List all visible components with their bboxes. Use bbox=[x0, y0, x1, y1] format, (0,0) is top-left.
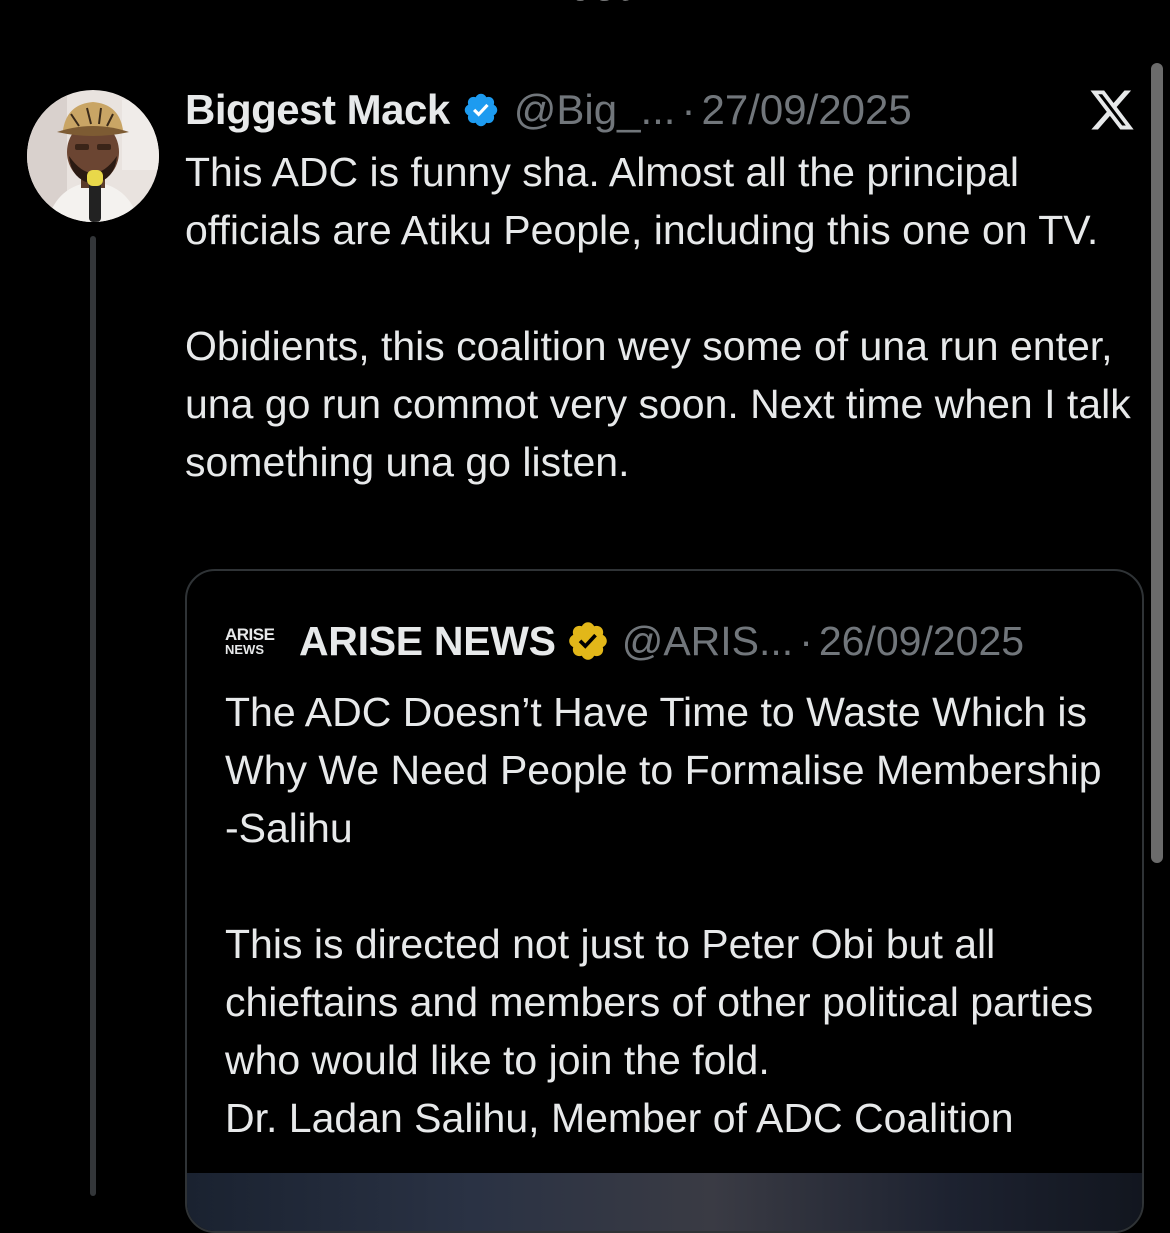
quote-paragraph: The ADC Doesn’t Have Time to Waste Which… bbox=[225, 689, 1102, 851]
logo-text: NEWS bbox=[225, 642, 264, 657]
quoted-author-name[interactable]: ARISE NEWS bbox=[299, 618, 556, 665]
post-date[interactable]: 27/09/2025 bbox=[701, 86, 911, 134]
arise-news-logo: ARISE NEWS bbox=[225, 625, 283, 657]
avatar[interactable] bbox=[27, 90, 159, 222]
avatar-image bbox=[27, 90, 159, 222]
tweet-text: This ADC is funny sha. Almost all the pr… bbox=[185, 143, 1135, 491]
quoted-post[interactable]: ARISE NEWS ARISE NEWS @ARIS... · 26/09/2… bbox=[185, 569, 1144, 1233]
quote-paragraph: This is directed not just to Peter Obi b… bbox=[225, 921, 1094, 1083]
tweet-paragraph: Obidients, this coalition wey some of un… bbox=[185, 323, 1131, 485]
x-logo-icon bbox=[1090, 90, 1134, 130]
verified-badge-gold-icon bbox=[568, 622, 607, 660]
tweet-paragraph: This ADC is funny sha. Almost all the pr… bbox=[185, 149, 1099, 253]
top-header: Post bbox=[0, 0, 1170, 10]
separator-dot: · bbox=[681, 86, 696, 133]
quoted-post-date[interactable]: 26/09/2025 bbox=[819, 618, 1024, 665]
verified-badge-blue-icon bbox=[464, 93, 497, 127]
logo-text: ARISE bbox=[225, 625, 275, 644]
scrollbar[interactable] bbox=[1151, 63, 1163, 863]
author-handle[interactable]: @Big_... bbox=[514, 86, 676, 134]
quoted-post-media[interactable] bbox=[187, 1173, 1142, 1231]
author-name[interactable]: Biggest Mack bbox=[185, 86, 450, 134]
quote-paragraph: Dr. Ladan Salihu, Member of ADC Coalitio… bbox=[225, 1095, 1014, 1141]
separator-dot: · bbox=[799, 617, 813, 664]
thread-line bbox=[90, 236, 96, 1196]
tweet-header: Biggest Mack @Big_... · 27/09/2025 bbox=[185, 82, 912, 138]
quoted-post-text: The ADC Doesn’t Have Time to Waste Which… bbox=[225, 683, 1115, 1147]
quoted-post-header: ARISE NEWS ARISE NEWS @ARIS... · 26/09/2… bbox=[225, 613, 1024, 669]
quoted-author-handle[interactable]: @ARIS... bbox=[622, 618, 794, 665]
page-title: Post bbox=[0, 0, 1170, 10]
post-page: Post Bigges bbox=[0, 0, 1170, 1233]
